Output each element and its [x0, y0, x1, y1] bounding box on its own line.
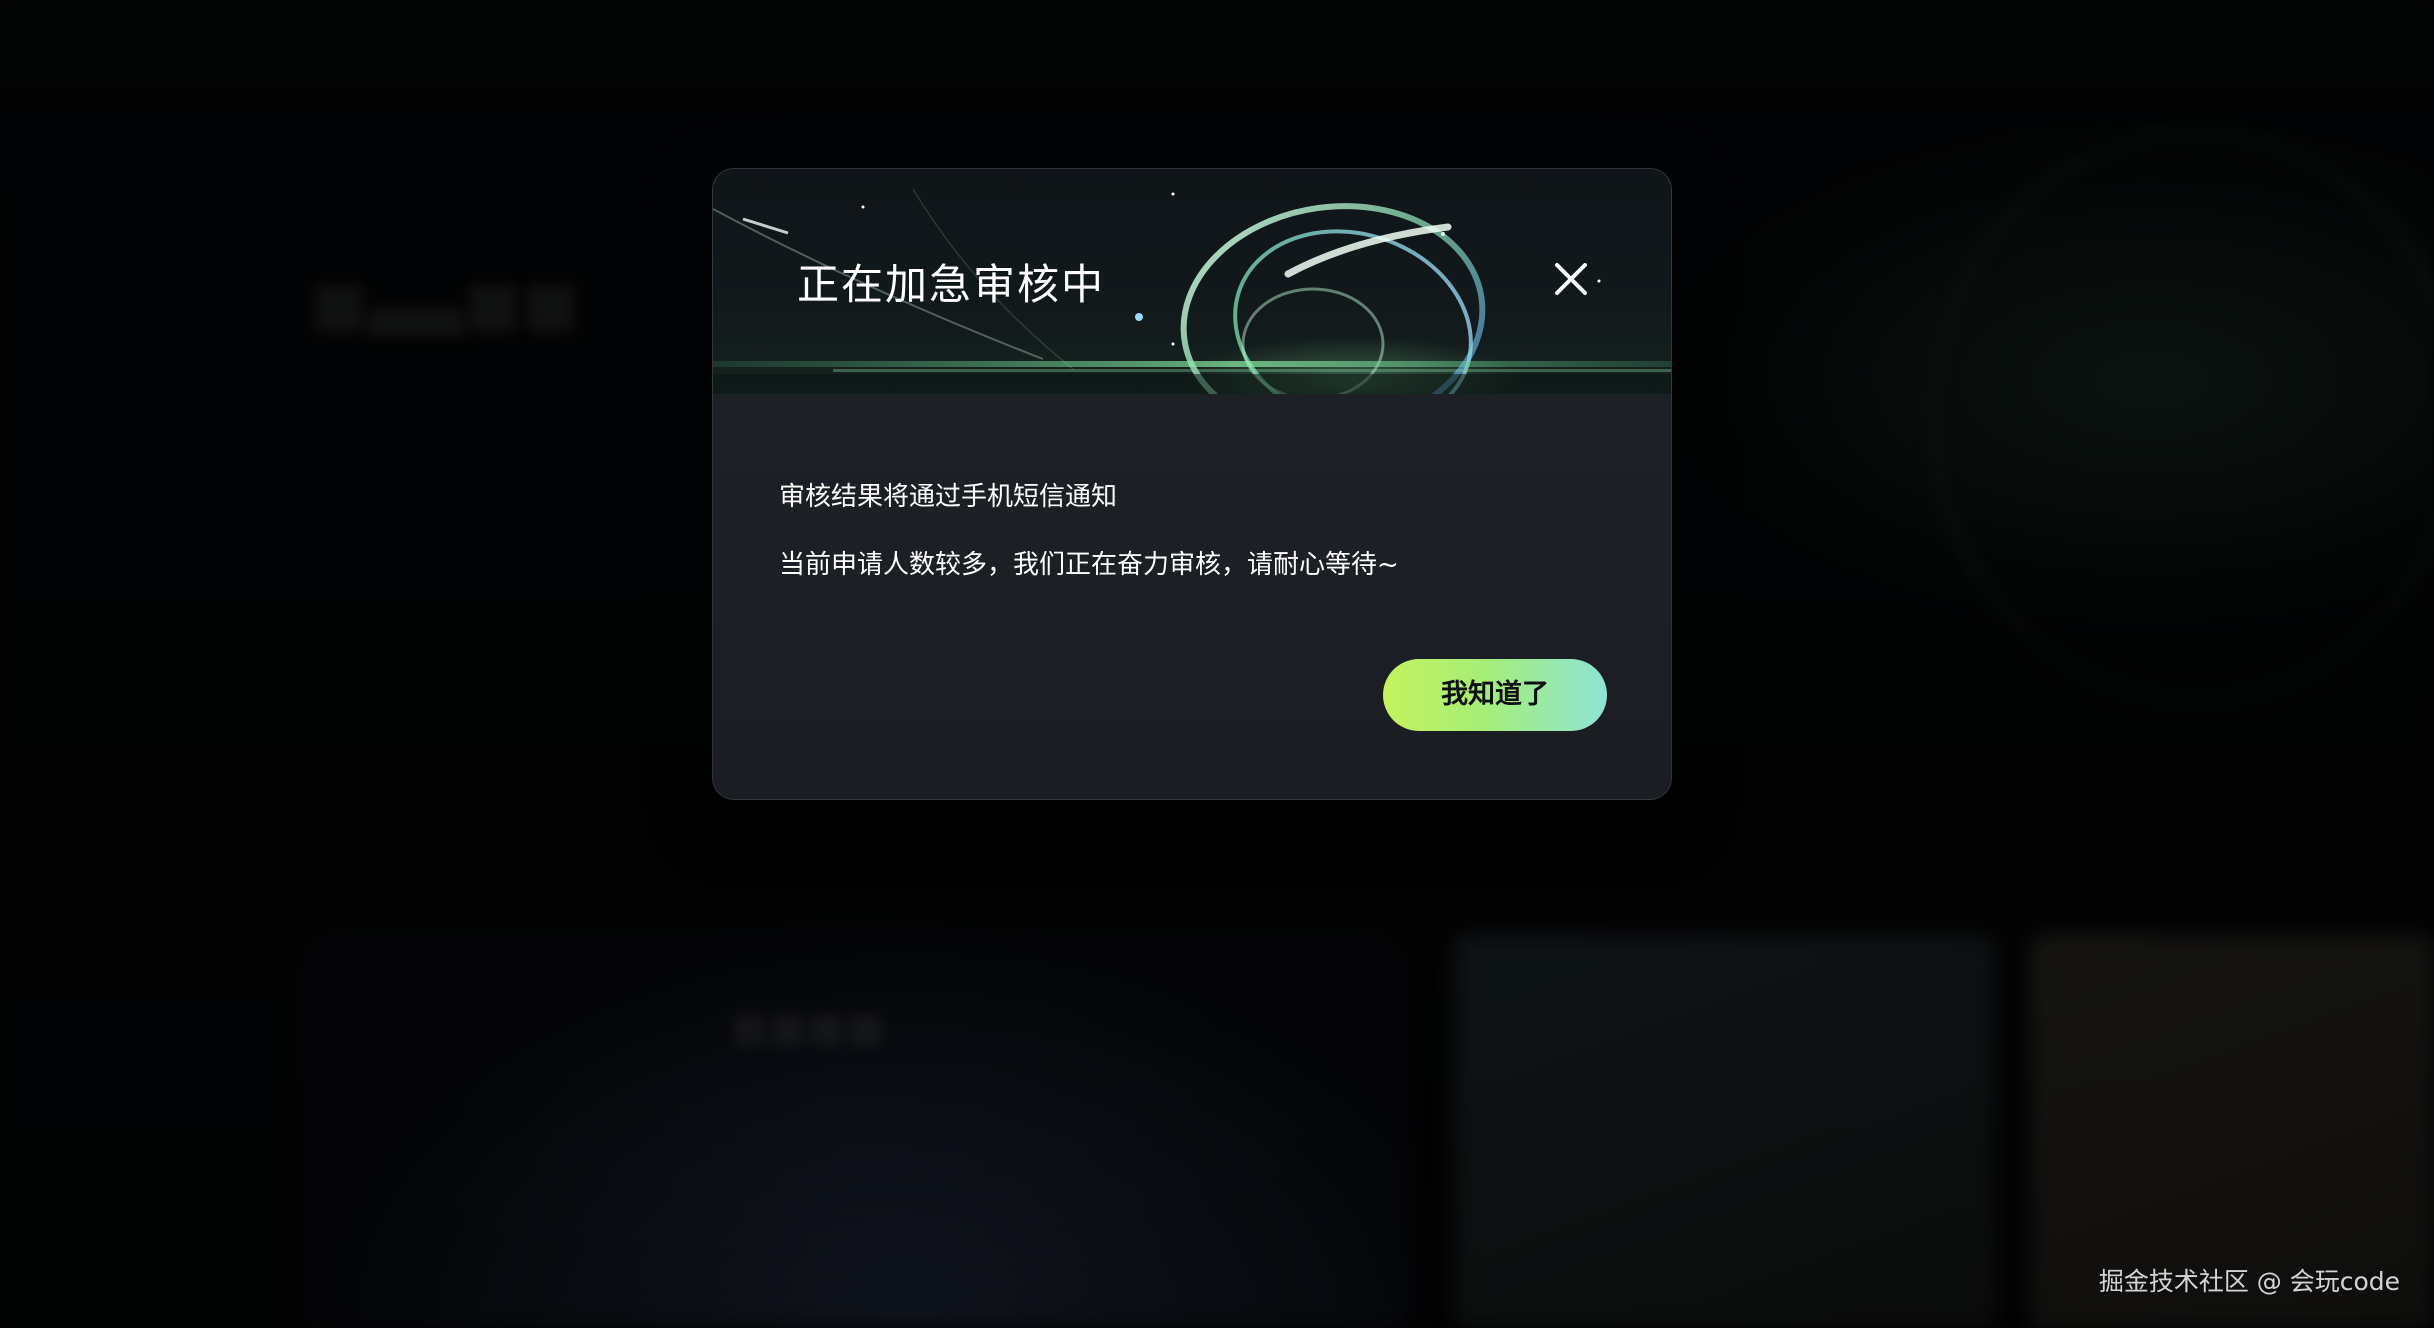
- dialog-title: 正在加急审核中: [797, 260, 1106, 309]
- acknowledge-button[interactable]: 我知道了: [1383, 659, 1607, 731]
- review-status-dialog: 正在加急审核中 审核结果将通过手机短信通知 当前申请人数较多，我们正在奋力审核，…: [712, 168, 1672, 800]
- close-icon[interactable]: [1549, 257, 1593, 301]
- watermark-text: 掘金技术社区 @ 会玩code: [2098, 1267, 2400, 1296]
- dialog-header-banner: 正在加急审核中: [713, 169, 1671, 394]
- waiting-message: 当前申请人数较多，我们正在奋力审核，请耐心等待~: [779, 550, 1399, 580]
- notification-message: 审核结果将通过手机短信通知: [779, 482, 1118, 512]
- dialog-body: 审核结果将通过手机短信通知 当前申请人数较多，我们正在奋力审核，请耐心等待~: [779, 479, 1599, 583]
